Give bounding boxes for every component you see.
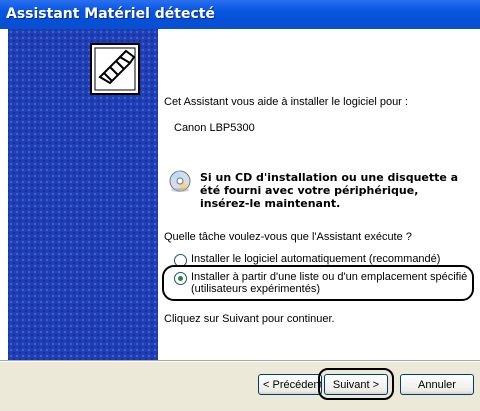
hardware-wizard-icon [90,43,140,95]
cd-instruction: Si un CD d'installation ou une disquette… [200,171,459,210]
next-button-highlight-outline [318,368,394,400]
footer-separator-highlight [0,361,480,362]
cancel-button[interactable]: Annuler [400,374,474,395]
wizard-body: Cet Assistant vous aide à installer le l… [0,29,480,360]
window-title: Assistant Matériel détecté [6,6,215,22]
wizard-side-panel [8,29,158,360]
back-button[interactable]: < Précédent [258,374,322,395]
wizard-content: Cet Assistant vous aide à installer le l… [162,29,480,360]
intro-text: Cet Assistant vous aide à installer le l… [164,96,408,108]
title-bar[interactable]: Assistant Matériel détecté [0,0,480,29]
option-manual-install-label-line2: (utilisateurs expérimentés) [191,283,320,295]
option-manual-install[interactable]: Installer à partir d'une liste ou d'un e… [174,271,467,295]
option-auto-install-label: Installer le logiciel automatiquement (r… [191,253,441,265]
device-name: Canon LBP5300 [174,122,255,134]
cd-icon [169,170,191,192]
continue-instruction: Cliquez sur Suivant pour continuer. [164,313,335,325]
option-manual-install-label-line1: Installer à partir d'une liste ou d'un e… [191,271,468,283]
radio-manual-install[interactable] [174,272,187,285]
task-question: Quelle tâche voulez-vous que l'Assistant… [164,231,412,243]
